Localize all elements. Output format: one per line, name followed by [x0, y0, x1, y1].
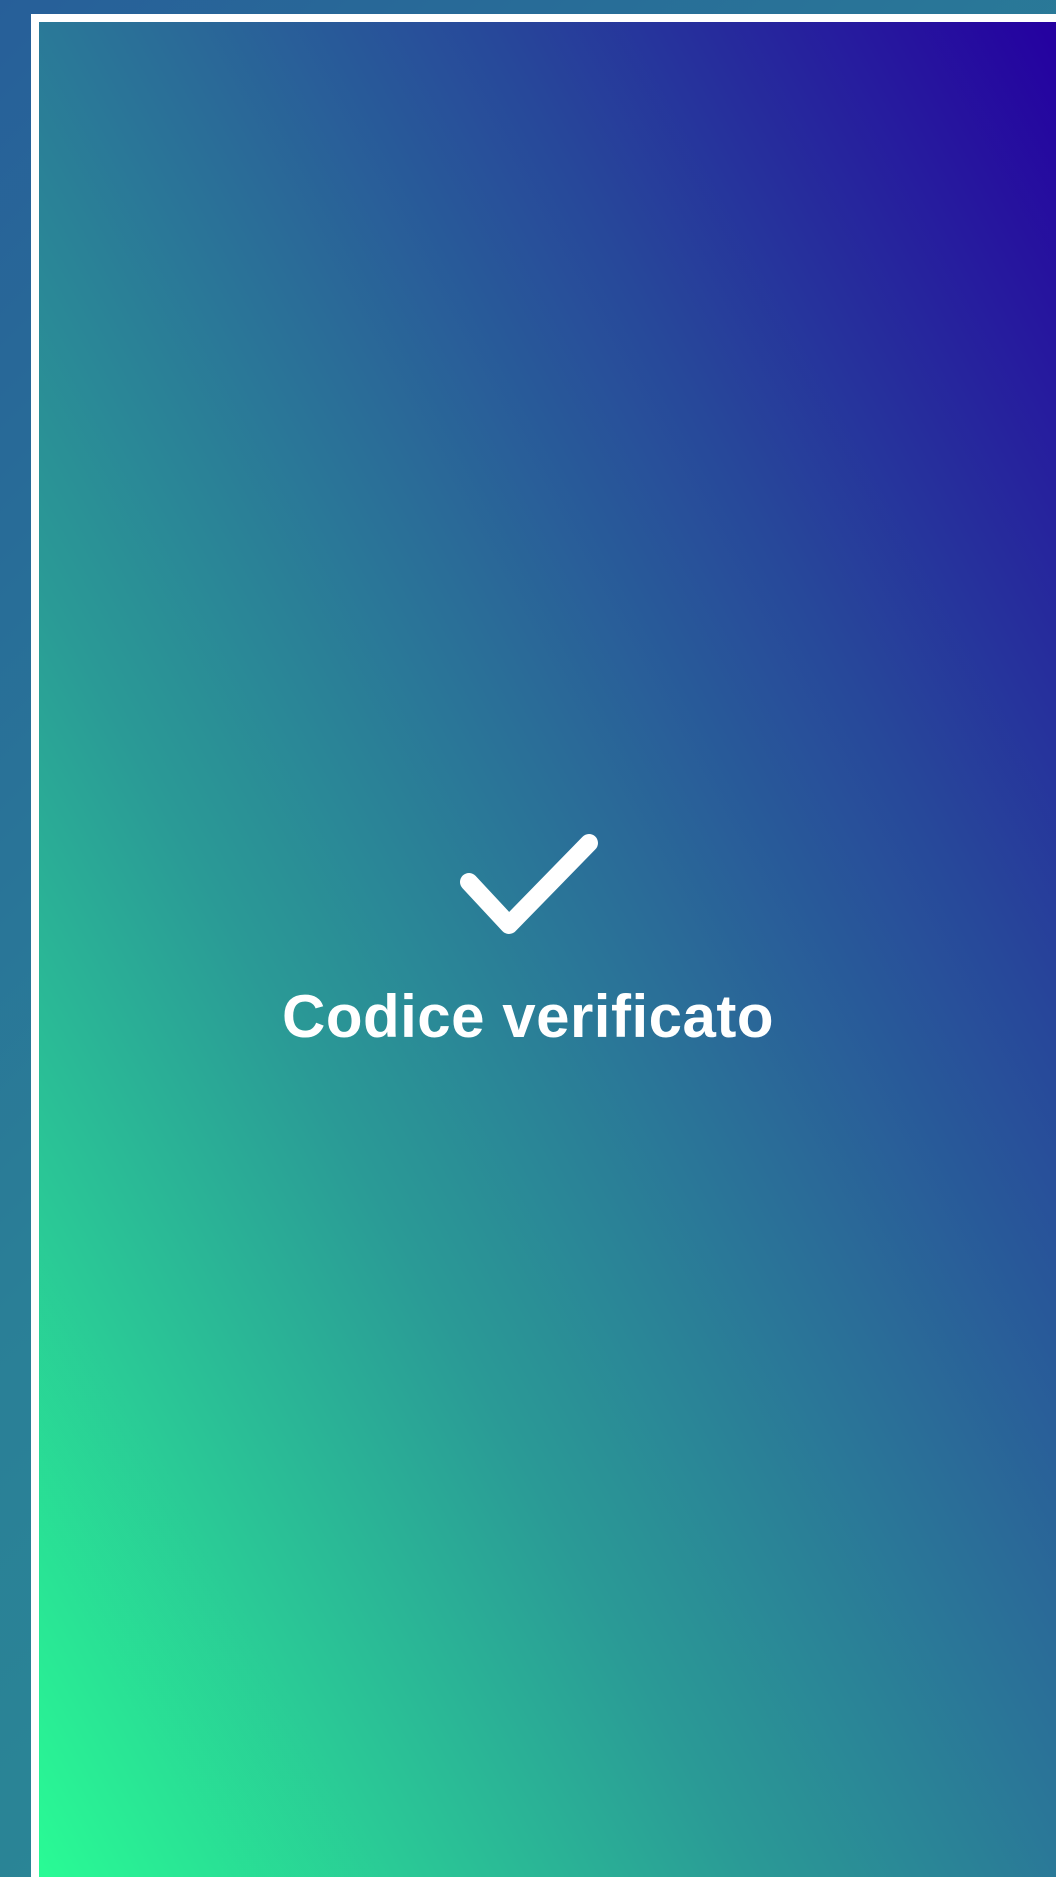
status-title: Codice verificato [282, 983, 774, 1050]
verification-status: Codice verificato [0, 825, 1056, 1047]
checkmark-icon [460, 834, 598, 934]
